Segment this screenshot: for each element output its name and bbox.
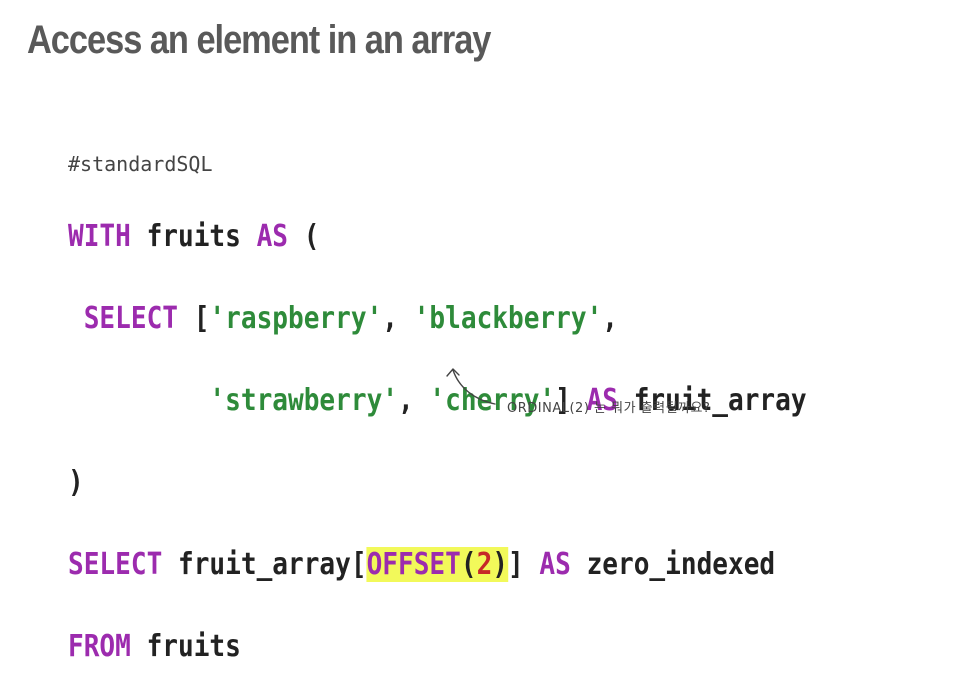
punctuation: , — [382, 301, 414, 336]
string-literal: 'blackberry' — [413, 301, 603, 336]
page-title: Access an element in an array — [27, 18, 491, 62]
keyword: WITH — [68, 219, 131, 254]
string-literal: 'strawberry' — [209, 383, 399, 418]
handwritten-note: ORDINAL(2) 는 뭐가 출력될까요? — [507, 401, 711, 416]
keyword-offset: OFFSET — [366, 547, 461, 582]
number-literal: 2 — [476, 547, 493, 582]
keyword: SELECT — [68, 547, 163, 582]
punctuation: ( — [288, 219, 320, 254]
keyword: AS — [539, 547, 571, 582]
keyword: SELECT — [68, 301, 179, 336]
identifier: fruits — [130, 629, 241, 664]
keyword: FROM — [68, 629, 131, 664]
code-line-from: FROM fruits — [68, 625, 807, 669]
identifier: fruits — [130, 219, 257, 254]
punctuation: ) — [492, 547, 509, 582]
identifier: zero_indexed — [570, 547, 776, 582]
identifier: fruit_array[ — [162, 547, 367, 582]
code-comment: #standardSQL — [68, 152, 213, 176]
punctuation: , — [398, 383, 430, 418]
keyword: AS — [256, 219, 289, 254]
code-line-with: WITH fruits AS ( — [68, 215, 807, 259]
string-literal: 'raspberry' — [209, 301, 383, 336]
code-line-select-offset: SELECT fruit_array[OFFSET(2)] AS zero_in… — [68, 543, 807, 587]
punctuation: ( — [460, 547, 477, 582]
punctuation: [ — [178, 301, 210, 336]
code-line-close-paren: ) — [68, 461, 807, 505]
punctuation: ) — [68, 465, 84, 500]
punctuation: ] — [508, 547, 540, 582]
code-line-select-array: SELECT ['raspberry', 'blackberry', — [68, 297, 807, 341]
punctuation: , — [602, 301, 619, 336]
curved-arrow-icon — [446, 368, 496, 405]
offset-highlight: OFFSET(2) — [366, 547, 509, 582]
